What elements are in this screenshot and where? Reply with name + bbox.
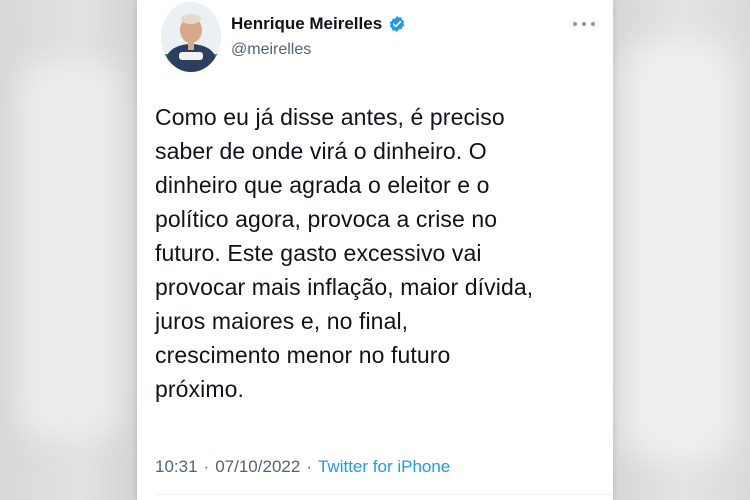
author-name[interactable]: Henrique Meirelles [231, 14, 382, 34]
meta-separator: · [203, 457, 210, 476]
more-horizontal-icon[interactable] [573, 18, 595, 30]
tweet-card: Henrique Meirelles @meirelles Como eu já… [137, 0, 613, 500]
meta-separator: · [306, 457, 312, 476]
blurred-background-right [614, 0, 750, 500]
avatar[interactable] [161, 2, 221, 72]
avatar-image [161, 2, 221, 72]
tweet-date[interactable]: 07/10/2022 [215, 457, 300, 477]
divider [155, 494, 613, 495]
author-handle[interactable]: @meirelles [231, 41, 311, 59]
tweet-source-link[interactable]: Twitter for iPhone [318, 457, 450, 477]
author-name-row: Henrique Meirelles [231, 14, 406, 34]
verified-badge-icon [388, 15, 406, 33]
tweet-metadata: 10:31 · 07/10/2022 · Twitter for iPhone [155, 457, 450, 477]
blurred-background-left [0, 0, 136, 500]
tweet-text: Como eu já disse antes, é preciso saber … [155, 104, 534, 402]
tweet-time[interactable]: 10:31 [155, 457, 198, 477]
